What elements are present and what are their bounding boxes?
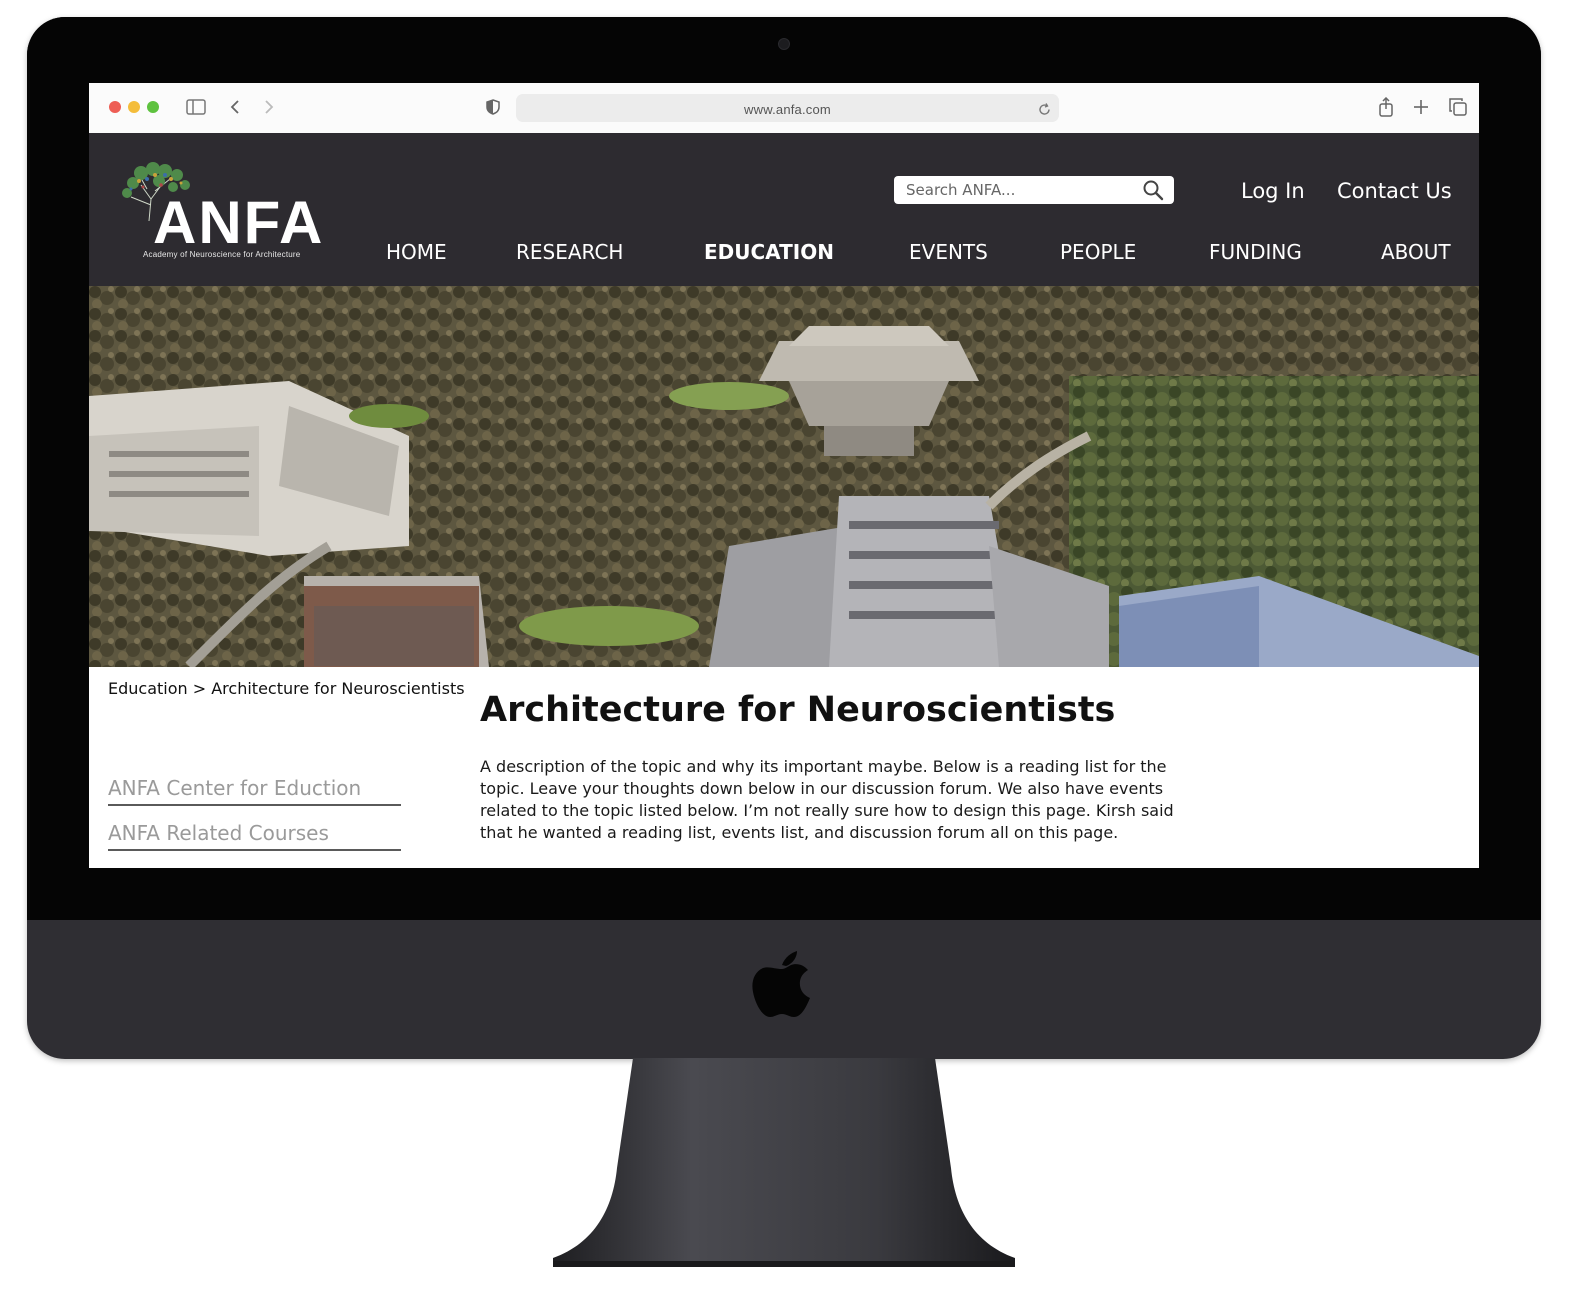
logo-tagline: Academy of Neuroscience for Architecture	[143, 250, 301, 259]
sidebar-toggle-icon[interactable]	[185, 96, 207, 118]
apple-logo-icon	[752, 951, 810, 1017]
search-box	[894, 176, 1174, 204]
hero-image	[89, 286, 1479, 667]
browser-toolbar: www.anfa.com	[89, 83, 1479, 134]
search-input[interactable]	[894, 176, 1134, 204]
new-tab-icon[interactable]	[1412, 96, 1430, 118]
close-window-button[interactable]	[109, 101, 121, 113]
page-title: Architecture for Neuroscientists	[480, 690, 1116, 730]
site-header: ANFA Academy of Neuroscience for Archite…	[89, 133, 1479, 286]
back-icon[interactable]	[227, 96, 243, 118]
forward-icon[interactable]	[261, 96, 277, 118]
contact-us-link[interactable]: Contact Us	[1337, 179, 1452, 203]
nav-events[interactable]: EVENTS	[909, 240, 988, 264]
reload-icon[interactable]	[1036, 98, 1052, 120]
nav-about[interactable]: ABOUT	[1381, 240, 1451, 264]
share-icon[interactable]	[1377, 96, 1395, 118]
sidebar-link-center-for-eduction[interactable]: ANFA Center for Eduction	[108, 776, 401, 806]
login-link[interactable]: Log In	[1241, 179, 1305, 203]
browser-window: www.anfa.com ANFA Academy of Neuroscienc…	[89, 83, 1479, 868]
minimize-window-button[interactable]	[128, 101, 140, 113]
privacy-shield-icon[interactable]	[485, 96, 501, 118]
zoom-window-button[interactable]	[147, 101, 159, 113]
camera	[778, 38, 790, 50]
url-text: www.anfa.com	[744, 102, 831, 117]
breadcrumb[interactable]: Education > Architecture for Neuroscient…	[108, 679, 465, 698]
nav-home[interactable]: HOME	[386, 240, 447, 264]
imac-stand	[553, 1058, 1015, 1267]
nav-funding[interactable]: FUNDING	[1209, 240, 1302, 264]
address-bar[interactable]: www.anfa.com	[516, 94, 1059, 122]
sidebar-next-link-peek	[108, 865, 188, 868]
sidebar-link-related-courses[interactable]: ANFA Related Courses	[108, 821, 401, 851]
search-icon[interactable]	[1142, 179, 1164, 201]
nav-education[interactable]: EDUCATION	[704, 240, 834, 264]
tab-overview-icon[interactable]	[1448, 96, 1468, 118]
page-description: A description of the topic and why its i…	[480, 757, 1174, 842]
nav-research[interactable]: RESEARCH	[516, 240, 623, 264]
nav-people[interactable]: PEOPLE	[1060, 240, 1136, 264]
logo-wordmark[interactable]: ANFA	[153, 193, 324, 253]
